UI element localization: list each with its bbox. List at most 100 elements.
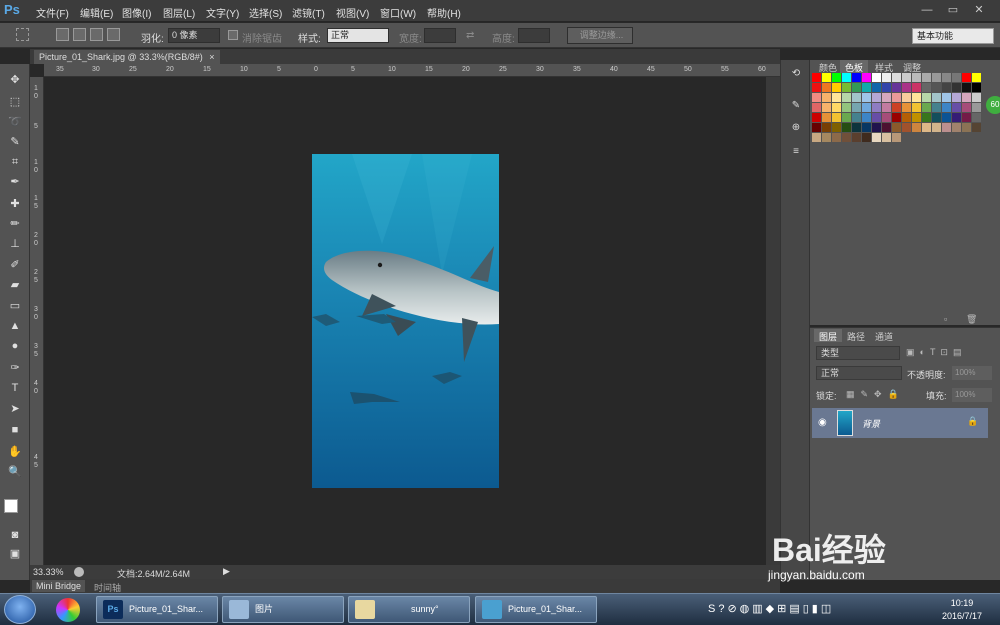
menu-help[interactable]: 帮助(H) — [427, 5, 461, 20]
add-selection-icon[interactable] — [73, 28, 86, 41]
taskbar-pictures[interactable]: 图片 — [222, 596, 344, 623]
swatch[interactable] — [812, 83, 821, 92]
vertical-scrollbar[interactable] — [766, 77, 780, 565]
swatch[interactable] — [962, 103, 971, 112]
swatch[interactable] — [922, 93, 931, 102]
refine-edge-button[interactable]: 调整边缘... — [567, 27, 633, 44]
swatch[interactable] — [862, 83, 871, 92]
menu-window[interactable]: 窗口(W) — [380, 5, 416, 20]
swatch[interactable] — [842, 83, 851, 92]
swatch[interactable] — [842, 113, 851, 122]
swatch[interactable] — [832, 133, 841, 142]
swatch[interactable] — [882, 103, 891, 112]
status-menu-arrow-icon[interactable]: ▶ — [223, 566, 230, 577]
swatch[interactable] — [972, 123, 981, 132]
tab-color[interactable]: 颜色 — [814, 60, 842, 73]
style-select[interactable]: 正常 — [327, 28, 389, 43]
swatch[interactable] — [962, 83, 971, 92]
pen-tool-icon[interactable]: ✑ — [6, 360, 24, 376]
swatch[interactable] — [892, 103, 901, 112]
swatch[interactable] — [892, 93, 901, 102]
lasso-tool-icon[interactable]: ➰ — [6, 114, 24, 130]
swatch[interactable] — [932, 73, 941, 82]
swatch[interactable] — [932, 123, 941, 132]
swatch[interactable] — [942, 83, 951, 92]
swatch[interactable] — [872, 83, 881, 92]
brush-tool-icon[interactable]: ✏ — [6, 216, 24, 232]
intersect-selection-icon[interactable] — [107, 28, 120, 41]
swatch[interactable] — [812, 103, 821, 112]
quick-mask-icon[interactable]: ◙ — [6, 527, 24, 543]
swatch[interactable] — [972, 83, 981, 92]
tab-adjustments[interactable]: 调整 — [898, 60, 926, 73]
close-icon[interactable]: ✕ — [970, 2, 988, 18]
taskbar-image-viewer[interactable]: Picture_01_Shar... — [475, 596, 597, 623]
swatch[interactable] — [862, 103, 871, 112]
healing-brush-icon[interactable]: ✚ — [6, 196, 24, 212]
history-brush-icon[interactable]: ✐ — [6, 257, 24, 273]
swatch[interactable] — [912, 73, 921, 82]
swatch[interactable] — [872, 103, 881, 112]
swatch[interactable] — [822, 93, 831, 102]
swatch[interactable] — [882, 123, 891, 132]
swatch[interactable] — [832, 93, 841, 102]
dodge-tool-icon[interactable]: ● — [6, 338, 24, 354]
blur-tool-icon[interactable]: ▲ — [6, 318, 24, 334]
swatch[interactable] — [912, 123, 921, 132]
minimize-icon[interactable]: — — [918, 2, 936, 18]
swatch[interactable] — [912, 83, 921, 92]
swatch[interactable] — [842, 103, 851, 112]
swatch[interactable] — [962, 93, 971, 102]
swap-icon[interactable]: ⇄ — [466, 30, 474, 41]
swatch[interactable] — [962, 113, 971, 122]
swatch[interactable] — [822, 133, 831, 142]
swatch[interactable] — [852, 133, 861, 142]
system-tray-icons[interactable]: S?⊘◍▥◆⊞▤▯▮◫ — [708, 602, 834, 615]
swatch[interactable] — [922, 83, 931, 92]
swatch[interactable] — [932, 83, 941, 92]
swatch[interactable] — [942, 93, 951, 102]
document-image[interactable] — [312, 154, 499, 488]
zoom-tool-icon[interactable]: 🔍 — [6, 464, 24, 480]
swatch[interactable] — [832, 73, 841, 82]
swatch[interactable] — [942, 123, 951, 132]
swatch[interactable] — [962, 73, 971, 82]
swatch[interactable] — [882, 133, 891, 142]
swatch[interactable] — [882, 93, 891, 102]
swatch-grid[interactable] — [812, 73, 982, 142]
taskbar-chat[interactable]: sunny° — [348, 596, 470, 623]
swatch[interactable] — [852, 83, 861, 92]
swatch[interactable] — [882, 73, 891, 82]
swatch[interactable] — [832, 123, 841, 132]
swatch[interactable] — [872, 123, 881, 132]
swatch[interactable] — [822, 103, 831, 112]
swatch[interactable] — [892, 113, 901, 122]
swatch[interactable] — [952, 93, 961, 102]
menu-type[interactable]: 文字(Y) — [206, 5, 239, 20]
workspace-select[interactable]: 基本功能 — [912, 28, 994, 44]
brush-panel-icon[interactable]: ✎ — [788, 100, 804, 114]
gradient-tool-icon[interactable]: ▭ — [6, 298, 24, 314]
blend-mode-select[interactable]: 正常 — [816, 366, 902, 380]
height-input[interactable] — [518, 28, 550, 43]
feather-input[interactable]: 0 像素 — [168, 28, 220, 43]
swatch[interactable] — [942, 73, 951, 82]
delete-swatch-icon[interactable]: 🗑 — [966, 314, 977, 325]
swatch[interactable] — [892, 73, 901, 82]
clone-source-icon[interactable]: ⊕ — [788, 122, 804, 136]
opacity-input[interactable]: 100% — [952, 366, 992, 380]
swatch[interactable] — [872, 133, 881, 142]
menu-image[interactable]: 图像(I) — [122, 5, 151, 20]
swatch[interactable] — [952, 103, 961, 112]
menu-select[interactable]: 选择(S) — [249, 5, 282, 20]
swatch[interactable] — [822, 123, 831, 132]
swatch[interactable] — [822, 83, 831, 92]
swatch[interactable] — [902, 123, 911, 132]
swatch[interactable] — [812, 133, 821, 142]
color-app-icon[interactable] — [56, 598, 80, 622]
swatch[interactable] — [932, 93, 941, 102]
swatch[interactable] — [862, 113, 871, 122]
swatch[interactable] — [892, 133, 901, 142]
eyedropper-icon[interactable]: ✒ — [6, 174, 24, 190]
swatch[interactable] — [972, 93, 981, 102]
